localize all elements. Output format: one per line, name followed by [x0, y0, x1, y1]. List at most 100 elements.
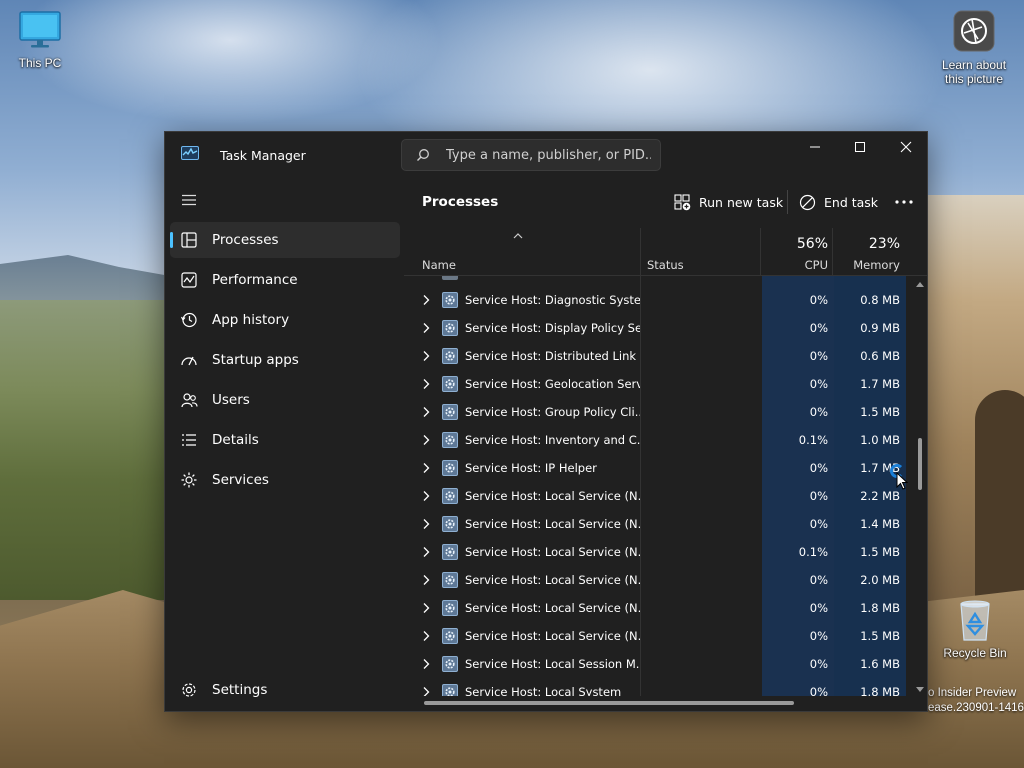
vertical-scrollbar[interactable]: [912, 278, 927, 698]
chevron-right-icon[interactable]: [422, 434, 430, 446]
watermark-line1: o Insider Preview: [928, 687, 1017, 699]
desktop-icon-recycle-bin[interactable]: Recycle Bin: [935, 598, 1015, 660]
close-icon: [900, 141, 912, 153]
horizontal-scroll-thumb[interactable]: [424, 701, 794, 705]
sidebar-item-startup-apps[interactable]: Startup apps: [170, 342, 400, 378]
memory-usage-total[interactable]: 23%: [844, 236, 900, 252]
service-gear-icon: [442, 320, 458, 336]
sort-ascending-icon: [513, 233, 523, 239]
table-row[interactable]: Service Host: IP Helper 0% 1.7 MB: [404, 454, 909, 482]
table-row[interactable]: Service Host: Local Service (N... 0% 1.5 M…: [404, 622, 909, 650]
column-header-cpu[interactable]: CPU: [776, 258, 828, 272]
chevron-right-icon[interactable]: [422, 490, 430, 502]
chevron-right-icon[interactable]: [422, 462, 430, 474]
table-row[interactable]: Service Host: Local Service (N... 0% 1.4 M…: [404, 510, 909, 538]
process-cpu: 0.1%: [798, 433, 828, 447]
table-row[interactable]: Service Host: Display Policy Se... 0% 0.9 …: [404, 314, 909, 342]
desktop-icon-label-line2: this picture: [944, 72, 1004, 86]
process-memory: 1.8 MB: [860, 685, 900, 696]
sidebar-item-performance[interactable]: Performance: [170, 262, 400, 298]
column-divider[interactable]: [640, 228, 641, 276]
chevron-right-icon[interactable]: [422, 686, 430, 696]
run-new-task-button[interactable]: Run new task: [674, 190, 783, 214]
chevron-right-icon[interactable]: [422, 350, 430, 362]
chevron-right-icon[interactable]: [422, 294, 430, 306]
process-name: Service Host: Group Policy Cli...: [465, 405, 640, 419]
desktop-icon-label: Recycle Bin: [943, 646, 1007, 660]
sidebar-item-settings[interactable]: Settings: [170, 672, 400, 708]
desktop-icon-label: This PC: [18, 56, 62, 70]
sidebar: Processes Performance App history Startup a…: [165, 178, 402, 711]
service-gear-icon: [442, 460, 458, 476]
maximize-button[interactable]: [837, 132, 883, 162]
table-row[interactable]: Service Host: Distributed Link ... 0% 0.6 …: [404, 342, 909, 370]
cpu-usage-total[interactable]: 56%: [776, 236, 828, 252]
table-row[interactable]: Service Host: Local Session M... 0% 1.6 MB: [404, 650, 909, 678]
table-row[interactable]: Service Host: Local System 0% 1.8 MB: [404, 678, 909, 696]
table-row[interactable]: Service Host: Local Service (N... 0% 2.0 M…: [404, 566, 909, 594]
sidebar-item-services[interactable]: Services: [170, 462, 400, 498]
service-gear-icon: [442, 292, 458, 308]
performance-icon: [181, 272, 197, 288]
users-icon: [181, 393, 198, 408]
more-options-button[interactable]: [892, 190, 916, 214]
chevron-right-icon[interactable]: [422, 602, 430, 614]
table-row[interactable]: Service Host: Diagnostic Syste... 0% 0.8 M…: [404, 286, 909, 314]
chevron-right-icon[interactable]: [422, 378, 430, 390]
process-cpu: 0%: [809, 293, 828, 307]
search-box[interactable]: [401, 139, 661, 171]
process-memory: 1.7 MB: [860, 377, 900, 391]
process-memory: 0.8 MB: [860, 293, 900, 307]
close-button[interactable]: [883, 132, 927, 162]
table-row[interactable]: Service Host: Local Service (N... 0% 1.8 M…: [404, 594, 909, 622]
window-title: Task Manager: [220, 148, 306, 163]
sidebar-item-processes[interactable]: Processes: [170, 222, 400, 258]
title-bar[interactable]: Task Manager: [165, 132, 927, 178]
details-icon: [182, 434, 196, 446]
service-gear-icon: [442, 628, 458, 644]
service-gear-icon: [442, 488, 458, 504]
chevron-right-icon[interactable]: [422, 658, 430, 670]
column-divider[interactable]: [760, 228, 761, 276]
chevron-right-icon[interactable]: [422, 406, 430, 418]
column-header-status[interactable]: Status: [647, 258, 684, 272]
chevron-right-icon[interactable]: [422, 322, 430, 334]
minimize-button[interactable]: [792, 132, 838, 162]
process-name: Service Host: Display Policy Se...: [465, 321, 640, 335]
table-row[interactable]: Service Host: Geolocation Serv... 0% 1.7 M…: [404, 370, 909, 398]
service-gear-icon: [442, 600, 458, 616]
process-list: Service Host: Diagnostic Syste... 0% 0.8 M…: [404, 276, 927, 696]
end-task-button[interactable]: End task: [799, 190, 878, 214]
sidebar-item-details[interactable]: Details: [170, 422, 400, 458]
chevron-right-icon[interactable]: [422, 574, 430, 586]
search-input[interactable]: [446, 144, 651, 166]
task-manager-window: Task Manager ProcessesPerformanceAp: [164, 131, 928, 712]
process-cpu: 0.1%: [798, 545, 828, 559]
column-header-memory[interactable]: Memory: [844, 258, 900, 272]
process-name: Service Host: IP Helper: [465, 461, 597, 475]
chevron-right-icon[interactable]: [422, 546, 430, 558]
chevron-right-icon[interactable]: [422, 630, 430, 642]
sidebar-item-users[interactable]: Users: [170, 382, 400, 418]
chevron-right-icon[interactable]: [422, 518, 430, 530]
desktop-icon-learn-about-picture[interactable]: Learn about this picture: [934, 10, 1014, 86]
process-cpu: 0%: [809, 489, 828, 503]
table-row[interactable]: Service Host: Local Service (N... 0.1% 1.5…: [404, 538, 909, 566]
process-table-header: Name Status 56% CPU 23% Memory: [404, 228, 927, 276]
hamburger-menu-button[interactable]: [177, 188, 201, 212]
process-name: Service Host: Local Service (N...: [465, 601, 640, 615]
desktop-icon-this-pc[interactable]: This PC: [0, 10, 80, 70]
process-memory: 2.0 MB: [860, 573, 900, 587]
column-header-name[interactable]: Name: [422, 258, 456, 272]
table-row[interactable]: Service Host: Group Policy Cli... 0% 1.5 M…: [404, 398, 909, 426]
vertical-scroll-thumb[interactable]: [918, 438, 922, 490]
table-row[interactable]: Service Host: Local Service (N... 0% 2.2 M…: [404, 482, 909, 510]
process-name: Service Host: Diagnostic Syste...: [465, 293, 640, 307]
wallpaper-bridge-arch: [975, 390, 1024, 610]
sidebar-item-label: Performance: [212, 272, 298, 288]
table-row[interactable]: Service Host: Inventory and C... 0.1% 1.0 …: [404, 426, 909, 454]
process-name: Service Host: Local Service (N...: [465, 573, 640, 587]
end-task-label: End task: [824, 194, 879, 210]
sidebar-item-app-history[interactable]: App history: [170, 302, 400, 338]
column-divider[interactable]: [832, 228, 833, 276]
